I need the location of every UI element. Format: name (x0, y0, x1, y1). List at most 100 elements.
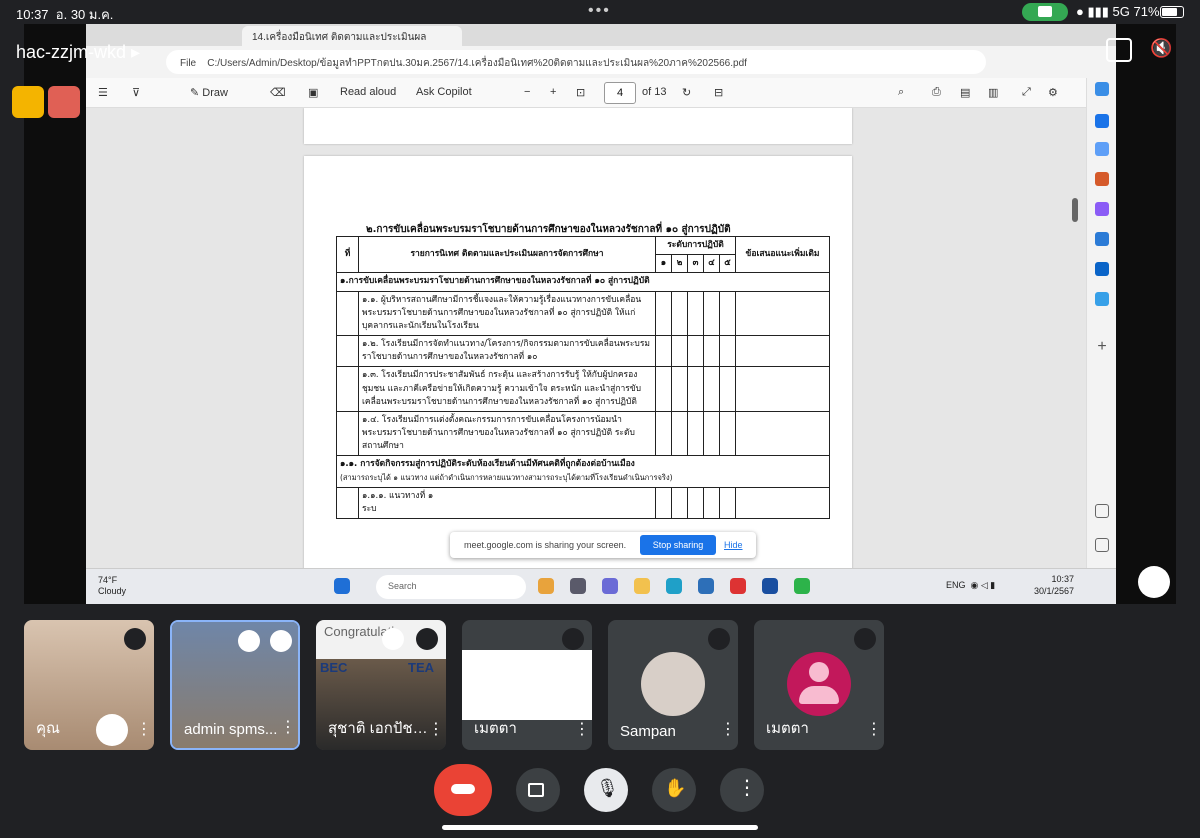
fullscreen-icon[interactable]: ⤢ (1022, 86, 1031, 99)
zoom-in-icon[interactable]: + (550, 86, 556, 98)
more-options-icon[interactable]: ⋮ (574, 722, 590, 738)
speaker-off-icon[interactable]: 🔇 (1150, 38, 1172, 59)
windows-taskbar: 74°F Cloudy Search ENG ◉ ◁ ▮ 10:37 30/1/… (86, 568, 1116, 604)
mic-off-icon (562, 628, 584, 650)
taskbar-clock[interactable]: 10:37 30/1/2567 (1034, 574, 1074, 597)
sparkle-effects-icon[interactable] (96, 714, 128, 746)
browser-tab-row: 14.เครื่องมือนิเทศ ติดตามและประเมินผล (86, 24, 1116, 46)
contents-icon[interactable]: ☰ (98, 86, 108, 99)
more-options-icon[interactable]: ⋮ (136, 722, 152, 738)
microphone-button[interactable]: 🎙 (584, 768, 628, 812)
tag-icon[interactable] (1095, 142, 1109, 156)
end-call-button[interactable] (434, 764, 492, 816)
more-options-icon[interactable]: ⋮ (720, 722, 736, 738)
home-indicator[interactable] (442, 825, 758, 830)
copilot-icon[interactable] (1095, 82, 1109, 96)
participant-tile[interactable]: เมตตา ⋮ (462, 620, 592, 750)
table-row: ๑.๔. โรงเรียนมีการแต่งตั้งคณะกรรมการการข… (336, 410, 830, 457)
opera-icon[interactable] (730, 578, 746, 594)
more-actions-button[interactable]: ⋮ (720, 768, 764, 812)
eraser-icon[interactable]: ⌫ (270, 86, 286, 99)
page-view-icon[interactable]: ⊟ (714, 86, 723, 99)
person-icon (809, 662, 829, 682)
teams-icon[interactable] (602, 578, 618, 594)
text-icon[interactable]: ▣ (308, 86, 318, 99)
row-text: ๑.๑.๑. แนวทางที่ ๑ระบ (358, 486, 656, 520)
rotate-icon[interactable]: ↻ (682, 86, 691, 99)
search-sidebar-icon[interactable] (1095, 114, 1109, 128)
browser-window: 14.เครื่องมือนิเทศ ติดตามและประเมินผล Fi… (86, 24, 1116, 604)
l-app-icon[interactable] (762, 578, 778, 594)
more-options-icon[interactable]: ⋮ (280, 720, 296, 736)
clock-time: 10:37 (1051, 574, 1075, 584)
layout-icon[interactable] (12, 86, 44, 118)
store-icon[interactable] (698, 578, 714, 594)
participant-tile[interactable]: คุณ ⋮ (24, 620, 154, 750)
browser-tab[interactable]: 14.เครื่องมือนิเทศ ติดตามและประเมินผล (242, 26, 462, 46)
meeting-code[interactable]: hac-zzjm-wkd ▸ (16, 42, 140, 63)
address-bar[interactable]: File C:/Users/Admin/Desktop/ข้อมูลทำPPTก… (166, 50, 986, 74)
switch-camera-icon[interactable] (1106, 38, 1132, 62)
sidebar-toggle-icon[interactable] (1095, 538, 1109, 552)
participant-name: Sampan (620, 723, 676, 740)
file-explorer-icon[interactable] (634, 578, 650, 594)
fit-page-icon[interactable]: ⊡ (576, 86, 585, 99)
row-text: ๑.๔. โรงเรียนมีการแต่งตั้งคณะกรรมการการข… (358, 410, 656, 457)
raise-hand-button[interactable]: ✋ (652, 768, 696, 812)
pdf-viewport[interactable]: ๒.การขับเคลื่อนพระบรมราโชบายด้านการศึกษา… (86, 108, 1086, 568)
draw-button[interactable]: ✎ Draw (190, 86, 228, 99)
participant-tile[interactable]: เมตตา ⋮ (754, 620, 884, 750)
save-icon[interactable]: ▤ (960, 86, 970, 99)
camera-button[interactable] (516, 768, 560, 812)
ask-copilot-button[interactable]: Ask Copilot (416, 86, 472, 98)
office-icon[interactable] (1095, 232, 1109, 246)
highlight-icon[interactable]: ⊽ (132, 86, 140, 99)
hide-banner-link[interactable]: Hide (724, 540, 743, 550)
save-as-icon[interactable]: ▥ (988, 86, 998, 99)
table-row: ๑.๑.๑. แนวทางที่ ๑ระบ (336, 486, 830, 520)
search-icon[interactable]: ⌕ (898, 86, 904, 99)
add-icon[interactable]: + (1095, 339, 1109, 355)
stop-sharing-button[interactable]: Stop sharing (640, 535, 716, 555)
briefcase-icon[interactable] (1095, 172, 1109, 186)
screenshot-icon[interactable] (1095, 504, 1109, 518)
mic-off-icon: 🎙 (596, 778, 619, 798)
record-icon[interactable] (48, 86, 80, 118)
page-number-input[interactable]: 4 (604, 82, 636, 104)
more-vert-icon: ⋮ (737, 777, 757, 799)
edge-taskbar-icon[interactable] (666, 578, 682, 594)
person-icon-body (799, 686, 839, 704)
scrollbar-thumb[interactable] (1072, 198, 1078, 222)
participant-name: เมตตา (766, 720, 809, 737)
zoom-out-icon[interactable]: − (524, 86, 530, 98)
line-icon[interactable] (794, 578, 810, 594)
taskbar-search[interactable]: Search (376, 575, 526, 599)
outlook-icon[interactable] (1095, 262, 1109, 276)
settings-icon[interactable]: ⚙ (1048, 86, 1058, 99)
windows-start-icon[interactable] (334, 578, 350, 594)
col-header-no: ที่ (336, 235, 359, 274)
sign-text: BEC (320, 660, 348, 675)
participant-tile[interactable]: Sampan ⋮ (608, 620, 738, 750)
more-options-icon[interactable]: ⋮ (866, 722, 882, 738)
pin-icon[interactable] (238, 630, 260, 652)
task-view-icon[interactable] (570, 578, 586, 594)
copilot-taskbar-icon[interactable] (538, 578, 554, 594)
games-icon[interactable] (1095, 202, 1109, 216)
fullscreen-toggle-icon[interactable] (1138, 566, 1170, 598)
multitask-dots[interactable]: ••• (588, 2, 611, 20)
speaking-indicator-icon (270, 630, 292, 652)
pin-icon[interactable] (382, 628, 404, 650)
avatar (641, 652, 705, 716)
participant-tile[interactable]: Congratulati BEC TEA สุชาติ เอกปัชชา ⋮ (316, 620, 446, 750)
system-tray[interactable]: ENG ◉ ◁ ▮ (946, 580, 995, 591)
more-options-icon[interactable]: ⋮ (428, 722, 444, 738)
edge-sidebar: + (1086, 78, 1116, 568)
weather-widget[interactable]: 74°F Cloudy (98, 575, 126, 598)
pdf-page-previous (304, 108, 852, 144)
participant-tile[interactable]: admin spms... ⋮ (170, 620, 300, 750)
designer-icon[interactable] (1095, 292, 1109, 306)
col-header-suggest: ข้อเสนอแนะเพิ่มเติม (735, 235, 830, 274)
read-aloud-button[interactable]: Read aloud (340, 86, 396, 98)
print-icon[interactable]: ⎙ (932, 86, 941, 99)
